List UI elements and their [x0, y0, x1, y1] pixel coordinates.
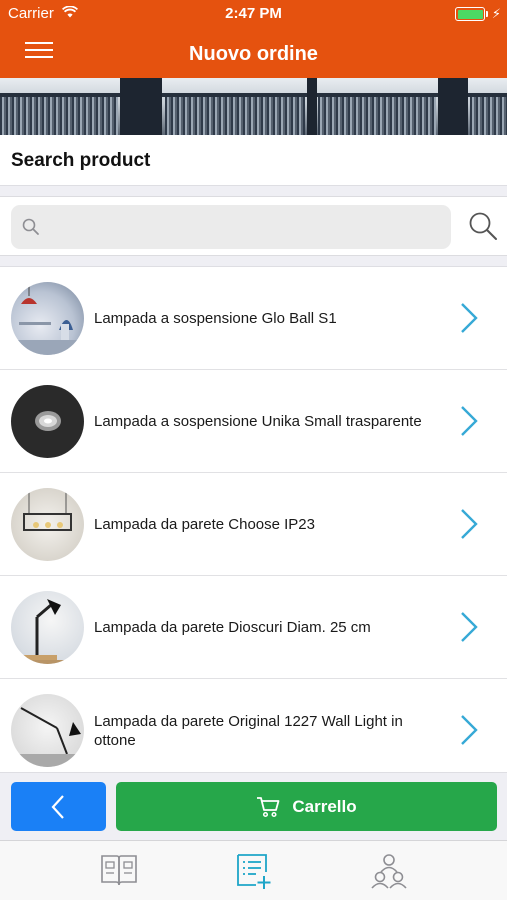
back-button[interactable] — [11, 782, 106, 831]
product-thumbnail — [11, 694, 84, 767]
new-order-list-icon — [237, 854, 271, 889]
cart-button[interactable]: Carrello — [116, 782, 497, 831]
search-input[interactable] — [51, 205, 441, 249]
search-button[interactable] — [468, 211, 498, 241]
search-section-title: Search product — [11, 150, 151, 171]
status-bar: Carrier 2:47 PM ⚡ — [0, 0, 507, 28]
chevron-right-icon — [461, 715, 478, 745]
clock: 2:47 PM — [225, 5, 282, 22]
catalog-book-icon — [101, 855, 137, 886]
tab-bar — [0, 840, 507, 900]
page-title: Nuovo ordine — [189, 43, 318, 65]
list-item[interactable]: Lampada da parete Original 1227 Wall Lig… — [0, 679, 507, 782]
tab-catalog[interactable] — [99, 852, 139, 890]
header-banner-image — [0, 78, 507, 135]
product-name: Lampada a sospensione Glo Ball S1 — [94, 310, 337, 327]
tab-new-order[interactable] — [234, 852, 274, 890]
chevron-right-icon — [461, 612, 478, 642]
list-item[interactable]: Lampada da parete Dioscuri Diam. 25 cm — [0, 576, 507, 679]
product-thumbnail — [11, 591, 84, 664]
action-bar: Carrello — [0, 772, 507, 840]
product-thumbnail — [11, 282, 84, 355]
chevron-right-icon — [461, 303, 478, 333]
chevron-left-icon — [51, 795, 64, 819]
product-name: Lampada da parete Choose IP23 — [94, 516, 315, 533]
search-bar — [0, 196, 507, 256]
charging-icon: ⚡ — [491, 6, 501, 21]
product-list: Lampada a sospensione Glo Ball S1 Lampad… — [0, 267, 507, 782]
chevron-right-icon — [461, 406, 478, 436]
search-field[interactable] — [11, 205, 451, 249]
chevron-right-icon — [461, 509, 478, 539]
product-thumbnail — [11, 385, 84, 458]
battery-tip — [486, 11, 488, 17]
product-name: Lampada da parete Dioscuri Diam. 25 cm — [94, 619, 371, 636]
list-item[interactable]: Lampada da parete Choose IP23 — [0, 473, 507, 576]
product-name: Lampada a sospensione Unika Small traspa… — [94, 413, 422, 430]
customers-icon — [371, 854, 407, 889]
cart-button-label: Carrello — [292, 796, 357, 816]
list-item[interactable]: Lampada a sospensione Glo Ball S1 — [0, 267, 507, 370]
battery-icon — [455, 7, 485, 21]
product-name: Lampada da parete Original 1227 Wall Lig… — [94, 712, 403, 749]
list-item[interactable]: Lampada a sospensione Unika Small traspa… — [0, 370, 507, 473]
product-thumbnail — [11, 488, 84, 561]
top-bar: Carrier 2:47 PM ⚡ Nuovo ordine — [0, 0, 507, 78]
tab-customers[interactable] — [369, 852, 409, 890]
search-icon — [22, 218, 39, 235]
cart-icon — [257, 796, 280, 817]
